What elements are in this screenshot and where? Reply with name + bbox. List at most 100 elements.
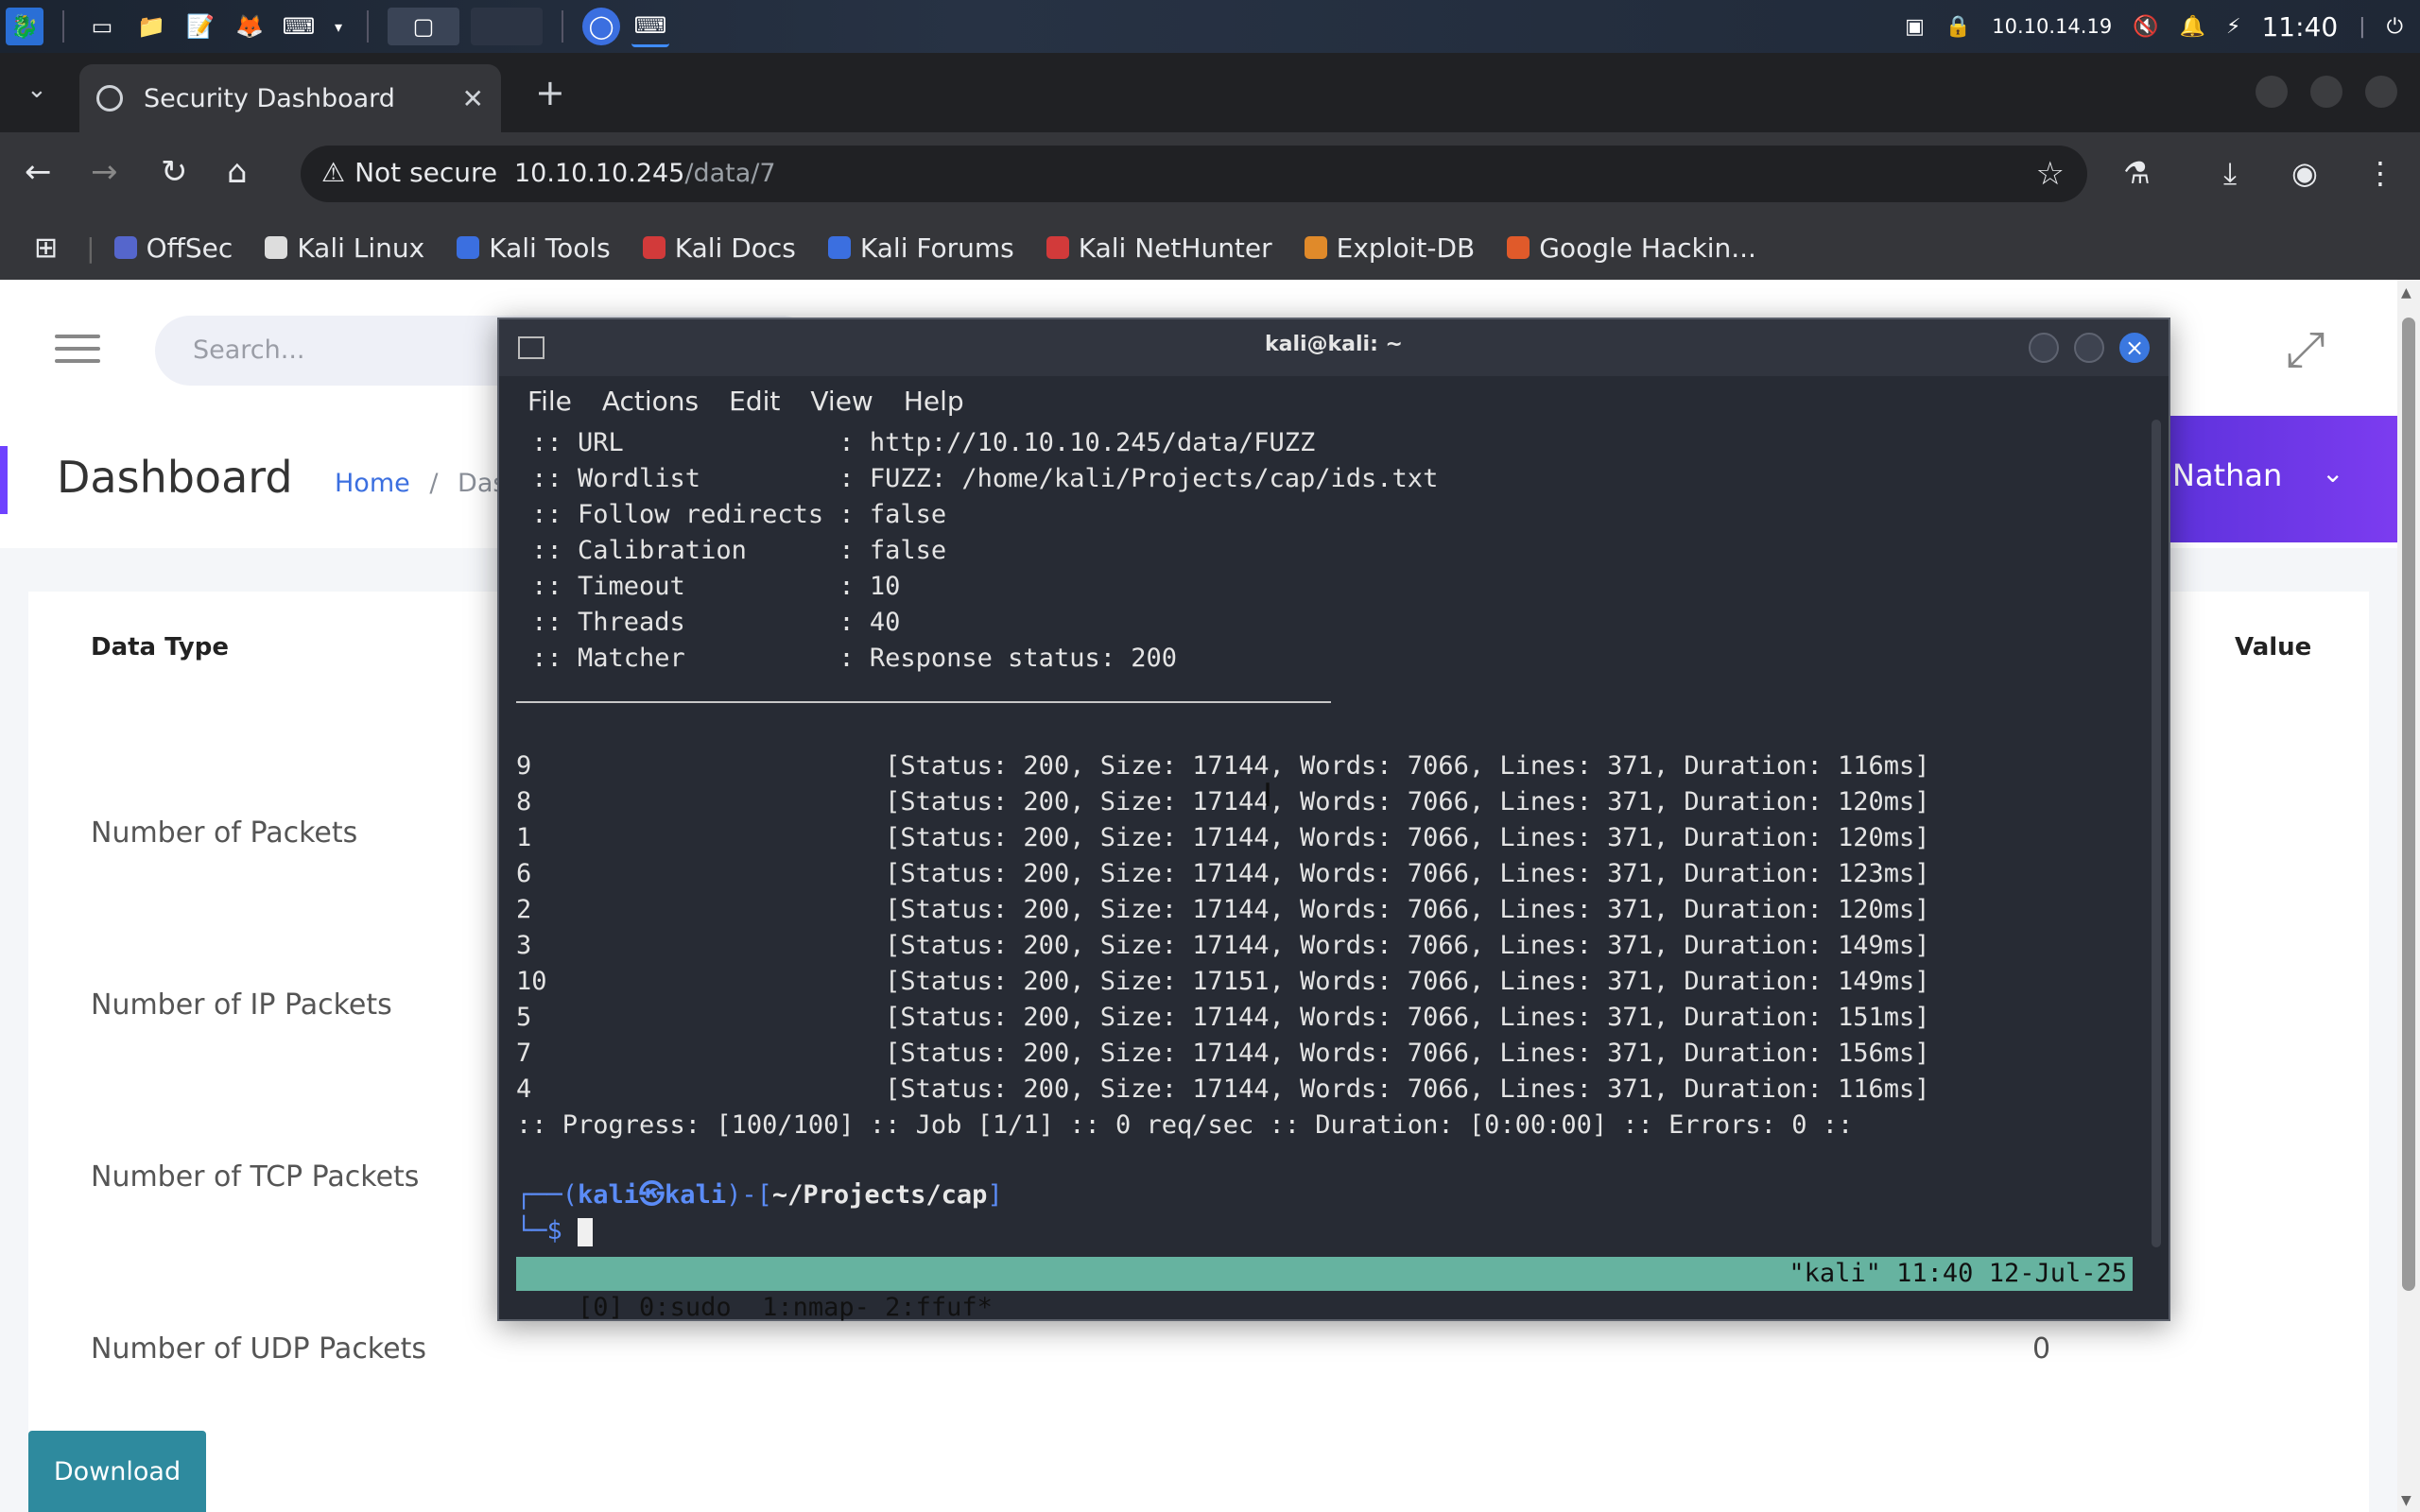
text-cursor [578,1217,594,1246]
vpn-lock-icon[interactable]: 🔒 [1945,15,1971,39]
download-icon[interactable]: ⤓ [2223,155,2237,192]
panel-separator: | [2359,14,2366,39]
config-line: :: Threads : 40 [516,608,901,637]
panel-separator [62,10,64,43]
exploit-db-icon [1304,236,1327,259]
tab-title: Security Dashboard [144,83,395,113]
tab-search-icon[interactable]: ⌄ [26,76,47,104]
clock[interactable]: 11:40 [2261,11,2338,43]
screen-icon[interactable]: ▣ [1905,15,1925,39]
menu-view[interactable]: View [810,386,873,417]
bookmark-exploit-db[interactable]: Exploit-DB [1304,232,1475,264]
logout-icon[interactable]: ⏻ [2387,15,2403,39]
power-icon[interactable]: ⚡ [2226,15,2240,39]
breadcrumb-home[interactable]: Home [335,469,410,498]
tmux-windows: [0] 0:sudo 1:nmap- 2:ffuf* [578,1293,993,1322]
workspace-2-icon[interactable] [471,8,543,45]
kali-forums-icon [827,236,851,259]
chevron-down-icon[interactable]: ▾ [329,8,348,45]
minimize-window-button[interactable] [2256,76,2288,108]
bookmark-offsec[interactable]: OffSec [113,232,233,264]
menu-edit[interactable]: Edit [729,386,780,417]
offsec-icon [113,236,137,259]
terminal-scrollbar[interactable] [2152,420,2161,1247]
ip-address: 10.10.14.19 [1992,15,2113,38]
not-secure-indicator[interactable]: ⚠ Not secure [321,157,497,188]
bookmark-kali-forums[interactable]: Kali Forums [827,232,1014,264]
bookmarks-separator: | [86,232,95,264]
table-row-label: Number of UDP Packets [91,1332,426,1366]
url-text[interactable]: 10.10.10.245/data/7 [514,159,776,188]
terminal-minimize-button[interactable] [2029,333,2059,363]
menu-file[interactable]: File [527,386,572,417]
back-icon[interactable]: ← [25,153,52,191]
terminal-launcher-icon[interactable]: ⌨ [280,8,318,45]
result-line: 4 [Status: 200, Size: 17144, Words: 7066… [516,1074,1930,1104]
menu-actions[interactable]: Actions [602,386,699,417]
new-tab-icon[interactable]: + [535,72,565,113]
prompt-path: ~/Projects/cap [771,1180,988,1210]
firefox-icon[interactable]: 🦊 [231,8,268,45]
scroll-up-icon[interactable]: ▲ [2401,285,2411,301]
column-header-data-type: Data Type [91,633,229,662]
prompt-input-line[interactable]: └─$ [516,1213,594,1249]
apps-grid-icon[interactable]: ⊞ [34,232,58,265]
terminal-title: kali@kali: ~ [1264,333,1403,356]
show-desktop-icon[interactable]: ▭ [83,8,121,45]
browser-toolbar: ← → ↻ ⌂ ⚠ Not secure 10.10.10.245/data/7 … [0,132,2420,215]
bookmark-kali-linux[interactable]: Kali Linux [265,232,424,264]
user-name: Nathan [2172,457,2283,493]
bookmark-kali-tools[interactable]: Kali Tools [457,232,611,264]
home-icon[interactable]: ⌂ [227,153,248,191]
hamburger-menu-icon[interactable] [55,335,100,371]
chevron-down-icon: ⌄ [2322,457,2344,489]
config-line: :: Wordlist : FUZZ: /home/kali/Projects/… [516,464,1439,493]
close-tab-icon[interactable]: ✕ [462,83,484,114]
close-window-button[interactable] [2365,76,2397,108]
bookmark-kali-nethunter[interactable]: Kali NetHunter [1046,232,1272,264]
download-button[interactable]: Download [28,1431,206,1512]
config-line: :: Follow redirects : false [516,500,947,529]
mute-icon[interactable]: 🔇 [2133,15,2158,39]
workspace-1-icon[interactable]: ▢ [388,8,459,45]
chromium-task-icon[interactable]: ◯ [582,8,620,45]
maximize-window-button[interactable] [2310,76,2342,108]
terminal-output[interactable]: :: URL : http://10.10.10.245/data/FUZZ :… [516,425,2123,1257]
terminal-close-button[interactable]: × [2119,333,2150,363]
result-line: 6 [Status: 200, Size: 17144, Words: 7066… [516,859,1930,888]
scrollbar-thumb[interactable] [2402,318,2415,1291]
result-line: 9 [Status: 200, Size: 17144, Words: 7066… [516,751,1930,781]
page-scrollbar[interactable]: ▲ ▼ [2397,280,2420,1512]
panel-separator [562,10,563,43]
notification-bell-icon[interactable]: 🔔 [2180,15,2205,39]
bookmark-google-hacking[interactable]: Google Hackin... [1507,232,1756,264]
google-hacking-icon [1507,236,1530,259]
table-row-label: Number of Packets [91,816,358,850]
kebab-menu-icon[interactable]: ⋮ [2365,155,2395,191]
result-line: 10 [Status: 200, Size: 17151, Words: 706… [516,967,1930,996]
address-bar[interactable]: ⚠ Not secure 10.10.10.245/data/7 ☆ [301,146,2087,202]
bookmark-kali-docs[interactable]: Kali Docs [642,232,796,264]
bookmark-star-icon[interactable]: ☆ [2036,155,2065,193]
kali-linux-icon [265,236,288,259]
terminal-task-icon[interactable]: ⌨ [631,7,669,47]
result-line: 7 [Status: 200, Size: 17144, Words: 7066… [516,1039,1930,1068]
menu-help[interactable]: Help [904,386,964,417]
scroll-down-icon[interactable]: ▼ [2401,1493,2411,1508]
profile-icon[interactable]: ◉ [2291,155,2318,191]
terminal-maximize-button[interactable] [2074,333,2104,363]
fullscreen-icon[interactable]: ⤢ [2286,321,2325,379]
prompt-line: ┌──(kali㉿kali)-[~/Projects/cap] [516,1180,1003,1210]
column-header-value: Value [2235,633,2312,662]
forward-icon[interactable]: → [91,153,118,191]
labs-flask-icon[interactable]: ⚗ [2123,155,2151,191]
file-manager-icon[interactable]: 📁 [132,8,170,45]
text-editor-icon[interactable]: 📝 [182,8,219,45]
terminal-titlebar[interactable]: kali@kali: ~ × [499,319,2169,376]
tab-security-dashboard[interactable]: Security Dashboard ✕ [79,64,501,132]
divider-rule [516,701,1331,703]
reload-icon[interactable]: ↻ [161,153,188,191]
terminal-window[interactable]: kali@kali: ~ × File Actions Edit View He… [497,318,2170,1322]
warning-icon: ⚠ [321,157,346,188]
kali-menu-icon[interactable]: 🐉 [6,8,43,45]
